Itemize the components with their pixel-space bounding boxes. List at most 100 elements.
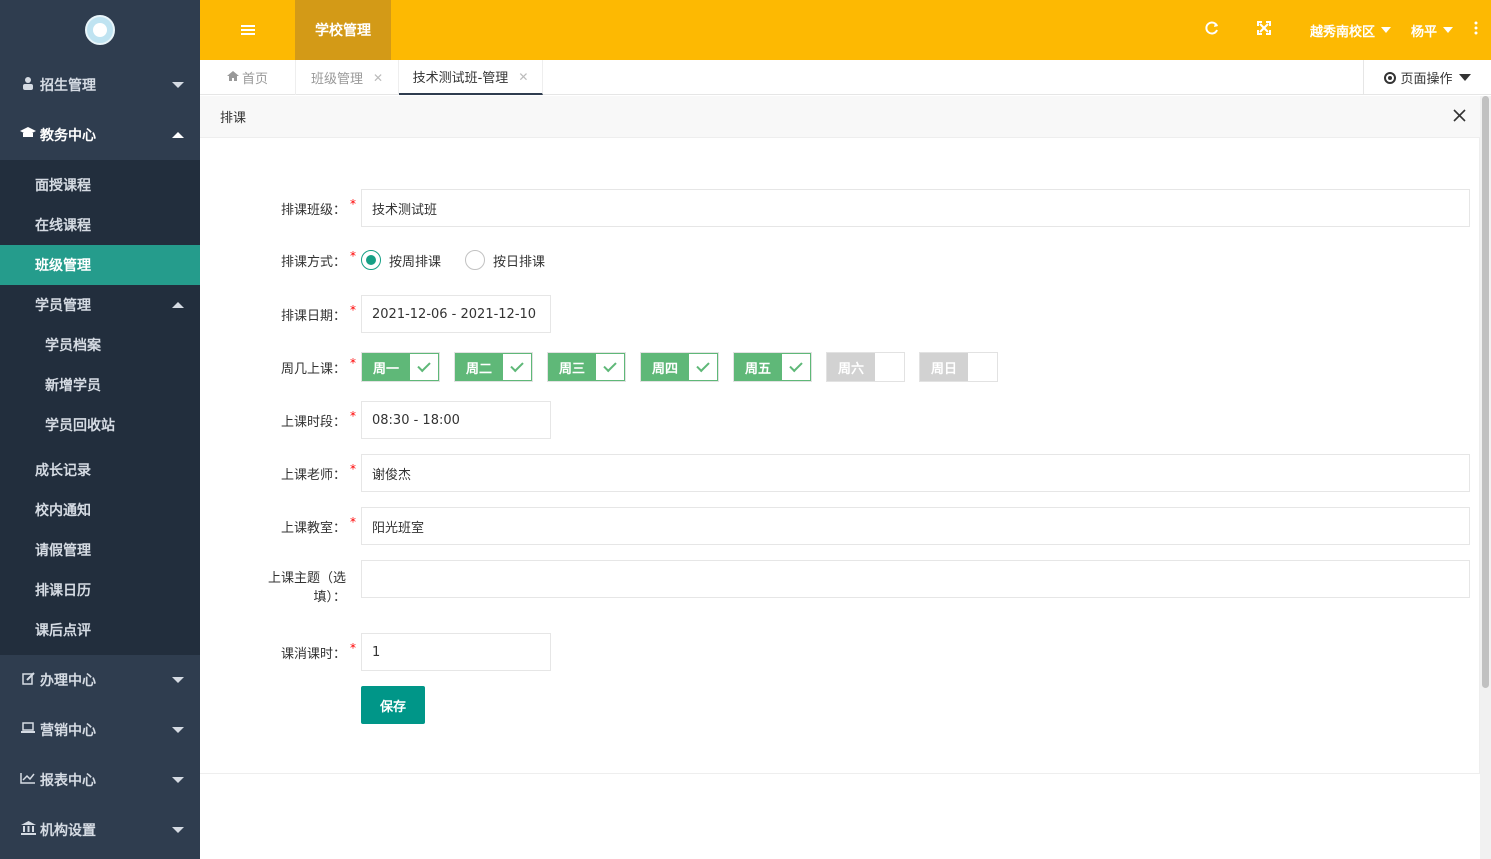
- weekday-checkbox-wed[interactable]: 周三: [547, 352, 626, 382]
- weekday-checkbox-thu[interactable]: 周四: [640, 352, 719, 382]
- sidebar-group-org[interactable]: 机构设置: [0, 805, 200, 855]
- sidebar-item-student-files[interactable]: 学员档案: [0, 325, 200, 365]
- form-row-time: 上课时段： * 08:30 - 18:00: [200, 401, 551, 439]
- sidebar-item-class-management[interactable]: 班级管理: [0, 245, 200, 285]
- sidebar-item-offline-courses[interactable]: 面授课程: [0, 165, 200, 205]
- panel-header: 排课: [200, 96, 1480, 138]
- form-row-class: 排课班级： * 技术测试班: [200, 189, 1470, 227]
- home-icon: [226, 70, 239, 85]
- sidebar-group-marketing[interactable]: 营销中心: [0, 705, 200, 755]
- required-mark: *: [350, 303, 356, 317]
- required-mark: *: [350, 197, 356, 211]
- weekday-checkbox-mon[interactable]: 周一: [361, 352, 440, 382]
- form-label: 课消课时：: [280, 646, 346, 662]
- logo-area: [0, 0, 200, 60]
- user-dropdown[interactable]: 杨平: [1411, 21, 1453, 40]
- sidebar-group-label: 报表中心: [40, 773, 96, 789]
- scrollbar[interactable]: [1480, 96, 1491, 859]
- weekday-checkbox-sun[interactable]: 周日: [919, 352, 998, 382]
- campus-dropdown[interactable]: 越秀南校区: [1310, 21, 1391, 40]
- class-field[interactable]: 技术测试班: [361, 189, 1470, 227]
- tab-class-management[interactable]: 班级管理 ✕: [296, 60, 399, 95]
- sidebar-item-after-class-review[interactable]: 课后点评: [0, 610, 200, 650]
- school-logo[interactable]: [85, 15, 115, 45]
- form-label: 上课老师：: [280, 467, 346, 483]
- page-operations-dropdown[interactable]: 页面操作: [1363, 60, 1491, 95]
- form-row-topic: 上课主题（选填）：: [200, 560, 1470, 607]
- sidebar-group-academic[interactable]: 教务中心: [0, 110, 200, 160]
- time-range-field[interactable]: 08:30 - 18:00: [361, 401, 551, 439]
- chevron-up-icon: [172, 132, 184, 138]
- required-mark: *: [350, 356, 356, 370]
- check-icon: [696, 358, 710, 373]
- sidebar-item-online-courses[interactable]: 在线课程: [0, 205, 200, 245]
- class-hours-field[interactable]: 1: [361, 633, 551, 671]
- date-range-field[interactable]: 2021-12-06 - 2021-12-10: [361, 295, 551, 333]
- line-chart-icon: [20, 772, 36, 788]
- laptop-icon: [20, 722, 36, 738]
- check-icon: [603, 358, 617, 373]
- panel-title: 排课: [220, 111, 247, 126]
- sidebar-item-growth-records[interactable]: 成长记录: [0, 450, 200, 490]
- sidebar: 招生管理 教务中心 面授课程 在线课程 班级管理 学员管理 学员档案 新增学员 …: [0, 0, 200, 859]
- radio-checked-icon: [361, 250, 381, 270]
- tab-current-class[interactable]: 技术测试班-管理 ✕: [399, 60, 543, 95]
- sidebar-item-student-recycle[interactable]: 学员回收站: [0, 405, 200, 445]
- sidebar-item-leave-management[interactable]: 请假管理: [0, 530, 200, 570]
- close-icon[interactable]: [1453, 106, 1466, 127]
- topic-field[interactable]: [361, 560, 1470, 598]
- required-mark: *: [350, 462, 356, 476]
- sidebar-group-label: 教务中心: [40, 128, 96, 144]
- classroom-field[interactable]: 阳光班室: [361, 507, 1470, 545]
- required-mark: *: [350, 515, 356, 529]
- sidebar-toggle-button[interactable]: [200, 0, 295, 60]
- mode-daily-radio[interactable]: 按日排课: [465, 250, 545, 270]
- form-label: 上课时段：: [280, 414, 346, 430]
- caret-down-icon: [1458, 74, 1471, 81]
- required-mark: *: [350, 249, 356, 263]
- close-tab-icon[interactable]: ✕: [518, 70, 528, 84]
- mode-weekly-radio[interactable]: 按周排课: [361, 250, 441, 270]
- target-icon: [1384, 71, 1397, 84]
- form-row-hours: 课消课时： * 1: [200, 633, 551, 671]
- sidebar-item-schedule-calendar[interactable]: 排课日历: [0, 570, 200, 610]
- required-mark: *: [350, 641, 356, 655]
- tab-home[interactable]: 首页: [200, 60, 296, 95]
- chevron-down-icon: [172, 777, 184, 783]
- more-vertical-icon[interactable]: [1461, 21, 1491, 39]
- teacher-field[interactable]: 谢俊杰: [361, 454, 1470, 492]
- form-row-mode: 排课方式： * 按周排课 按日排课: [200, 249, 569, 270]
- refresh-icon[interactable]: [1186, 21, 1238, 39]
- sidebar-item-student-management[interactable]: 学员管理: [0, 285, 200, 325]
- weekday-checkbox-tue[interactable]: 周二: [454, 352, 533, 382]
- fullscreen-icon[interactable]: [1238, 21, 1290, 39]
- sidebar-item-add-student[interactable]: 新增学员: [0, 365, 200, 405]
- chevron-down-icon: [172, 677, 184, 683]
- weekday-checkbox-fri[interactable]: 周五: [733, 352, 812, 382]
- user-icon: [20, 76, 36, 94]
- form-label: 上课主题（选填）：: [267, 571, 346, 605]
- scrollbar-thumb[interactable]: [1482, 96, 1489, 688]
- sidebar-group-handle[interactable]: 办理中心: [0, 655, 200, 705]
- required-mark: *: [350, 409, 356, 423]
- sidebar-group-label: 营销中心: [40, 723, 96, 739]
- top-right-tools: 越秀南校区 杨平: [1186, 0, 1491, 60]
- chevron-down-icon: [172, 727, 184, 733]
- check-icon: [417, 358, 431, 373]
- sidebar-group-label: 办理中心: [40, 673, 96, 689]
- chevron-up-icon: [172, 302, 184, 308]
- caret-down-icon: [1380, 27, 1391, 33]
- schedule-form: 排课班级： * 技术测试班 排课方式： * 按周排课 按日排课 排课日期： * …: [200, 138, 1480, 774]
- weekday-checkbox-sat[interactable]: 周六: [826, 352, 905, 382]
- top-module-tab[interactable]: 学校管理: [295, 0, 391, 60]
- academic-submenu: 面授课程 在线课程 班级管理 学员管理 学员档案 新增学员 学员回收站 成长记录…: [0, 160, 200, 655]
- check-icon: [789, 358, 803, 373]
- sidebar-item-school-notice[interactable]: 校内通知: [0, 490, 200, 530]
- sidebar-group-reports[interactable]: 报表中心: [0, 755, 200, 805]
- form-label: 上课教室：: [280, 520, 346, 536]
- sidebar-group-enroll[interactable]: 招生管理: [0, 60, 200, 110]
- close-tab-icon[interactable]: ✕: [373, 71, 383, 85]
- form-row-teacher: 上课老师： * 谢俊杰: [200, 454, 1470, 492]
- check-icon: [510, 358, 524, 373]
- save-button[interactable]: 保存: [361, 686, 425, 724]
